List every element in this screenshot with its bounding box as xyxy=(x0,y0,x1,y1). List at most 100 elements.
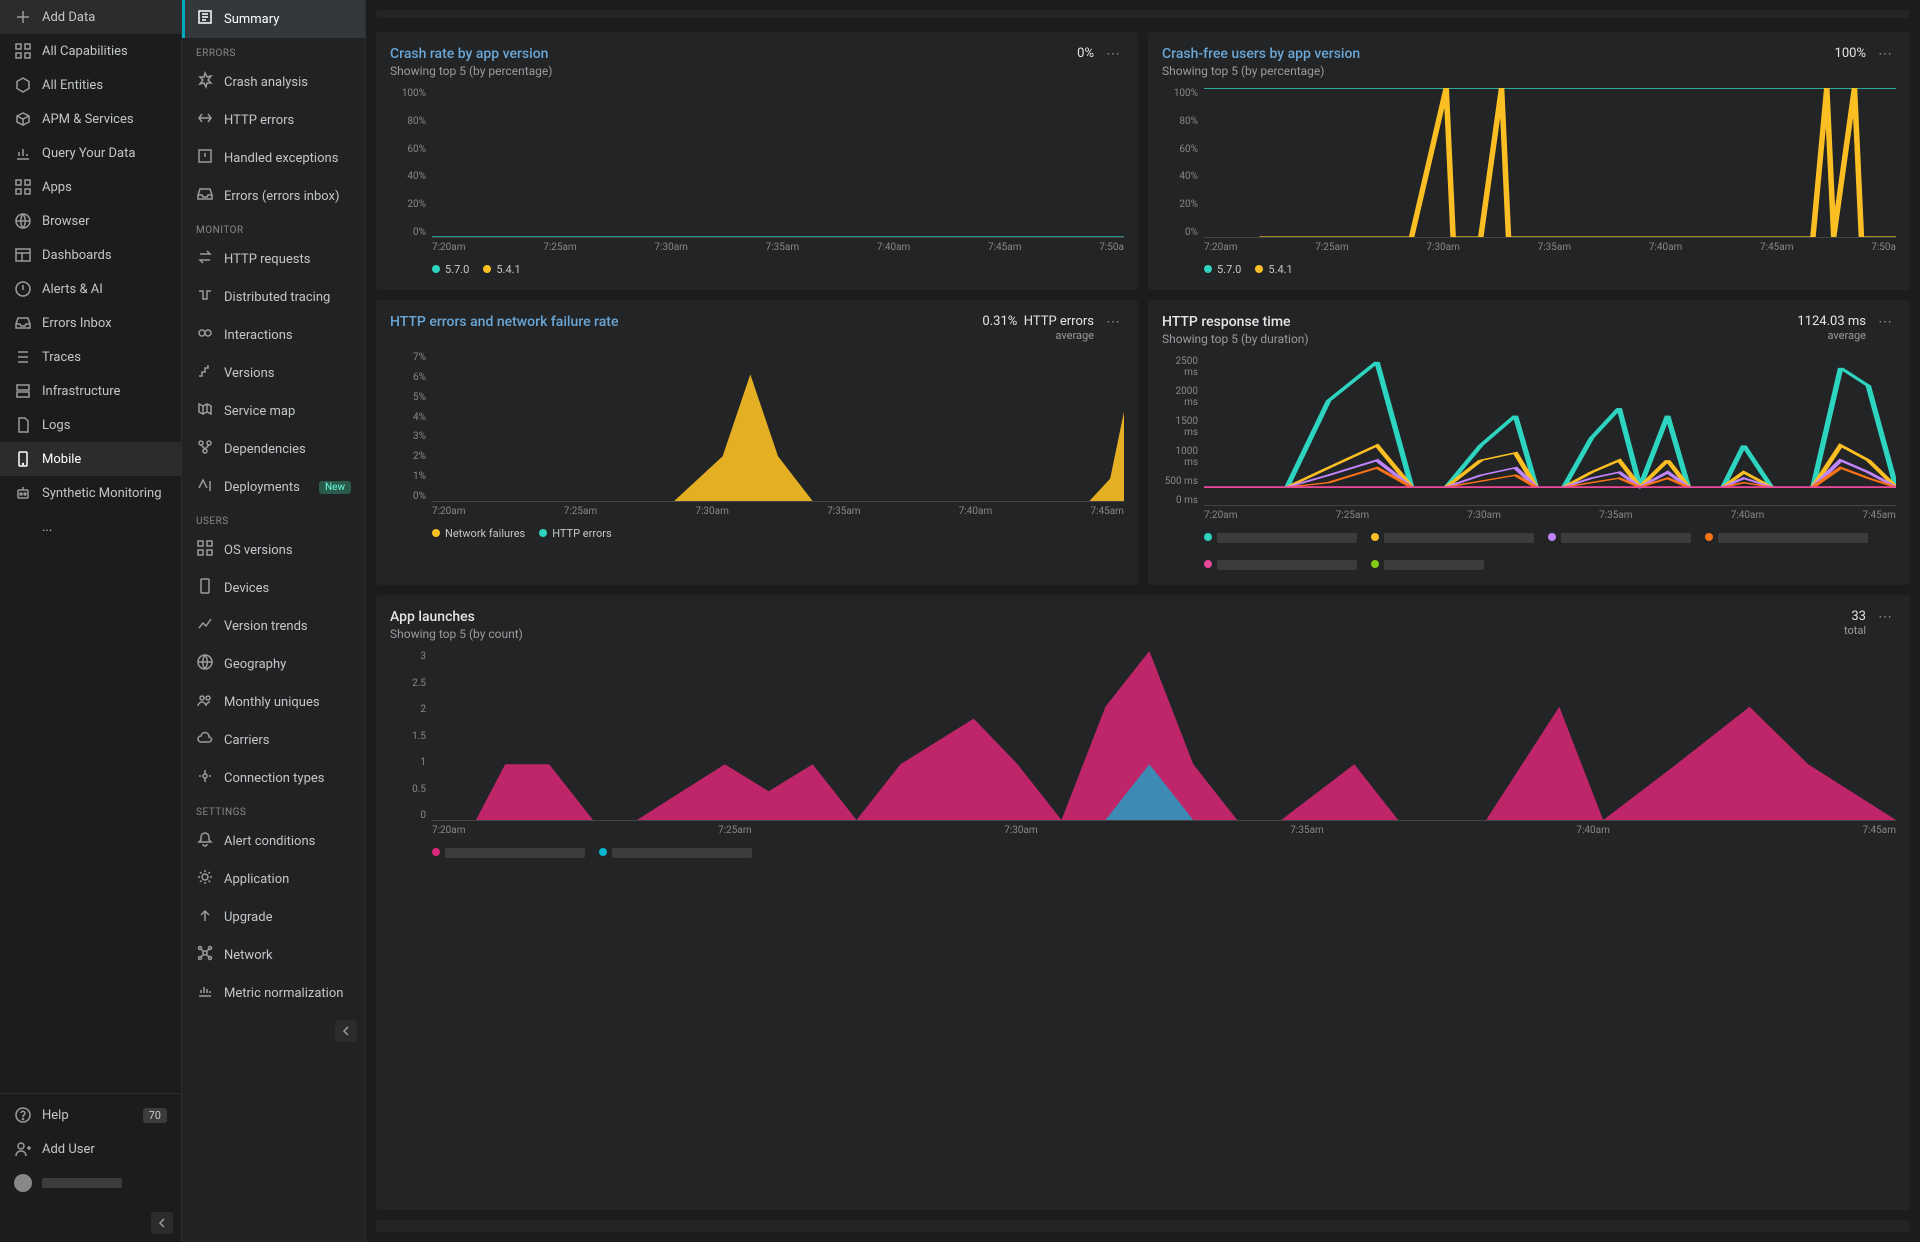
panel-title[interactable]: HTTP errors and network failure rate xyxy=(390,314,618,330)
subnav-alert-conditions[interactable]: Alert conditions xyxy=(182,822,365,860)
chart-plot[interactable] xyxy=(432,88,1124,238)
subnav-carriers[interactable]: Carriers xyxy=(182,721,365,759)
y-axis: 100%80%60%40%20%0% xyxy=(390,88,432,238)
http-icon xyxy=(196,109,214,127)
legend-item[interactable] xyxy=(432,846,585,859)
chart-plot[interactable] xyxy=(1204,356,1896,506)
nav-synthetic[interactable]: Synthetic Monitoring xyxy=(0,476,181,510)
panel-subtitle: Showing top 5 (by percentage) xyxy=(1162,64,1360,78)
subnav-dependencies[interactable]: Dependencies xyxy=(182,430,365,468)
chevron-left-icon xyxy=(156,1217,168,1229)
legend-item[interactable]: 5.4.1 xyxy=(483,263,520,276)
legend-item[interactable] xyxy=(1371,558,1484,571)
nav-infrastructure[interactable]: Infrastructure xyxy=(0,374,181,408)
subnav-version-trends[interactable]: Version trends xyxy=(182,607,365,645)
subnav-summary[interactable]: Summary xyxy=(182,0,365,38)
subnav-versions[interactable]: Versions xyxy=(182,354,365,392)
nav-browser[interactable]: Browser xyxy=(0,204,181,238)
nav-label: Traces xyxy=(42,350,81,365)
section-heading: SETTINGS xyxy=(182,797,365,822)
nav-mobile[interactable]: Mobile xyxy=(0,442,181,476)
collapse-sidebar2-button[interactable] xyxy=(335,1020,357,1042)
panel-http-response: HTTP response time Showing top 5 (by dur… xyxy=(1148,300,1910,585)
collapse-sidebar1-button[interactable] xyxy=(151,1212,173,1234)
subnav-interactions[interactable]: Interactions xyxy=(182,316,365,354)
subnav-upgrade[interactable]: Upgrade xyxy=(182,898,365,936)
legend-item[interactable] xyxy=(599,846,752,859)
panel-title[interactable]: Crash rate by app version xyxy=(390,46,552,62)
nav-more[interactable]: ... xyxy=(0,510,181,544)
ver-icon xyxy=(196,362,214,380)
nav-errors-inbox[interactable]: Errors Inbox xyxy=(0,306,181,340)
subnav-os-versions[interactable]: OS versions xyxy=(182,531,365,569)
x-axis: 7:20am7:25am7:30am7:35am7:40am7:45am7:50… xyxy=(390,242,1124,253)
add-user-link[interactable]: Add User xyxy=(0,1132,181,1166)
subnav-metric-norm[interactable]: Metric normalization xyxy=(182,974,365,1012)
subnav-label: Application xyxy=(224,872,289,887)
panel-stat: 1124.03 ms average xyxy=(1797,314,1866,342)
subnav-devices[interactable]: Devices xyxy=(182,569,365,607)
more-menu-button[interactable]: ⋯ xyxy=(1874,314,1896,330)
nav-dashboards[interactable]: Dashboards xyxy=(0,238,181,272)
chart-plot[interactable] xyxy=(432,651,1896,821)
subnav-connection-types[interactable]: Connection types xyxy=(182,759,365,797)
avatar-icon xyxy=(14,1174,32,1192)
section-heading: USERS xyxy=(182,506,365,531)
more-menu-button[interactable]: ⋯ xyxy=(1102,46,1124,62)
legend-item[interactable]: HTTP errors xyxy=(539,527,611,540)
subnav-label: Version trends xyxy=(224,619,308,634)
nav-alerts[interactable]: Alerts & AI xyxy=(0,272,181,306)
subnav-geography[interactable]: Geography xyxy=(182,645,365,683)
subnav-label: Handled exceptions xyxy=(224,151,338,166)
robot-icon xyxy=(14,484,32,502)
help-icon xyxy=(14,1106,32,1124)
nav-apm[interactable]: APM & Services xyxy=(0,102,181,136)
net-icon xyxy=(196,944,214,962)
nav-traces[interactable]: Traces xyxy=(0,340,181,374)
nav-add-data[interactable]: Add Data xyxy=(0,0,181,34)
list-icon xyxy=(14,348,32,366)
subnav-network[interactable]: Network xyxy=(182,936,365,974)
subnav-distributed-tracing[interactable]: Distributed tracing xyxy=(182,278,365,316)
chart-plot[interactable] xyxy=(1204,88,1896,238)
bell-icon xyxy=(196,830,214,848)
subnav-monthly-uniques[interactable]: Monthly uniques xyxy=(182,683,365,721)
user-name-redacted xyxy=(42,1178,122,1188)
legend-item[interactable]: 5.4.1 xyxy=(1255,263,1292,276)
nav-apps[interactable]: Apps xyxy=(0,170,181,204)
subnav-http-errors[interactable]: HTTP errors xyxy=(182,101,365,139)
legend-item[interactable]: 5.7.0 xyxy=(432,263,469,276)
legend-item[interactable] xyxy=(1705,531,1868,544)
nav-all-capabilities[interactable]: All Capabilities xyxy=(0,34,181,68)
subnav-label: HTTP errors xyxy=(224,113,294,128)
subnav-handled-exceptions[interactable]: Handled exceptions xyxy=(182,139,365,177)
nav-logs[interactable]: Logs xyxy=(0,408,181,442)
subnav-crash-analysis[interactable]: Crash analysis xyxy=(182,63,365,101)
panel-subtitle: Showing top 5 (by duration) xyxy=(1162,332,1309,346)
chevron-left-icon xyxy=(340,1025,352,1037)
legend-item[interactable] xyxy=(1204,558,1357,571)
y-axis: 32.521.510.50 xyxy=(390,651,432,821)
nav-all-entities[interactable]: All Entities xyxy=(0,68,181,102)
more-menu-button[interactable]: ⋯ xyxy=(1874,609,1896,625)
subnav-application[interactable]: Application xyxy=(182,860,365,898)
panel-title[interactable]: Crash-free users by app version xyxy=(1162,46,1360,62)
subnav-http-requests[interactable]: HTTP requests xyxy=(182,240,365,278)
nav-query[interactable]: Query Your Data xyxy=(0,136,181,170)
chart-plot[interactable] xyxy=(432,352,1124,502)
legend-item[interactable]: 5.7.0 xyxy=(1204,263,1241,276)
help-link[interactable]: Help 70 xyxy=(0,1098,181,1132)
nav-label: Alerts & AI xyxy=(42,282,103,297)
legend-item[interactable] xyxy=(1371,531,1534,544)
subnav-errors-inbox2[interactable]: Errors (errors inbox) xyxy=(182,177,365,215)
subnav-deployments[interactable]: DeploymentsNew xyxy=(182,468,365,506)
legend-item[interactable] xyxy=(1548,531,1691,544)
more-menu-button[interactable]: ⋯ xyxy=(1102,314,1124,330)
subnav-label: Monthly uniques xyxy=(224,695,320,710)
legend-item[interactable] xyxy=(1204,531,1357,544)
subnav-service-map[interactable]: Service map xyxy=(182,392,365,430)
primary-sidebar: Add DataAll CapabilitiesAll EntitiesAPM … xyxy=(0,0,182,1242)
user-profile[interactable] xyxy=(0,1166,181,1200)
more-menu-button[interactable]: ⋯ xyxy=(1874,46,1896,62)
legend-item[interactable]: Network failures xyxy=(432,527,525,540)
